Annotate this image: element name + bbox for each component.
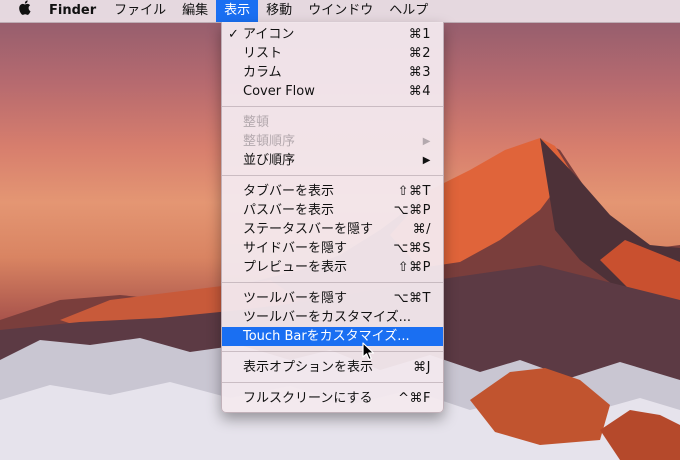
menu-window[interactable]: ウインドウ (300, 0, 381, 22)
menu-separator (222, 106, 443, 107)
menu-item-label: 整頓順序 (243, 134, 296, 149)
shortcut-label: ⌥⌘P (393, 203, 431, 218)
menu-item-label: 表示オプションを表示 (243, 360, 374, 375)
menu-item-list-view[interactable]: リスト ⌘2 (222, 44, 443, 63)
menu-file[interactable]: ファイル (106, 0, 174, 22)
menu-item-show-view-options[interactable]: 表示オプションを表示 ⌘J (222, 358, 443, 377)
shortcut-label: ⌘J (413, 360, 431, 375)
menu-item-label: タブバーを表示 (243, 184, 335, 199)
menu-item-customize-touch-bar[interactable]: Touch Barをカスタマイズ... (222, 327, 443, 346)
apple-menu[interactable] (0, 0, 41, 22)
menu-separator (222, 175, 443, 176)
menu-item-label: 並び順序 (243, 153, 296, 168)
menu-bar: Finder ファイル 編集 表示 移動 ウインドウ ヘルプ (0, 0, 680, 23)
shortcut-label: ⌘2 (408, 46, 431, 61)
menu-item-label: Touch Barをカスタマイズ... (243, 329, 410, 344)
menu-item-label: ツールバーをカスタマイズ... (243, 310, 412, 325)
menu-item-label: カラム (243, 65, 282, 80)
menu-item-hide-sidebar[interactable]: サイドバーを隠す ⌥⌘S (222, 239, 443, 258)
menu-item-show-preview[interactable]: プレビューを表示 ⇧⌘P (222, 258, 443, 277)
menu-item-show-path-bar[interactable]: パスバーを表示 ⌥⌘P (222, 201, 443, 220)
menu-go[interactable]: 移動 (258, 0, 300, 22)
menu-item-icon-view[interactable]: ✓ アイコン ⌘1 (222, 25, 443, 44)
menu-item-label: アイコン (243, 27, 295, 42)
menu-separator (222, 282, 443, 283)
menu-item-column-view[interactable]: カラム ⌘3 (222, 63, 443, 82)
menu-item-label: フルスクリーンにする (243, 391, 373, 406)
shortcut-label: ⌘/ (412, 222, 431, 237)
apple-logo-icon (18, 0, 31, 23)
menu-item-label: パスバーを表示 (243, 203, 335, 218)
menu-item-label: サイドバーを隠す (243, 241, 348, 256)
menu-item-clean-up-by: 整頓順序 ▶ (222, 132, 443, 151)
menu-item-hide-status-bar[interactable]: ステータスバーを隠す ⌘/ (222, 220, 443, 239)
menu-item-label: プレビューを表示 (243, 260, 348, 275)
shortcut-label: ⇧⌘P (397, 260, 431, 275)
menu-item-enter-full-screen[interactable]: フルスクリーンにする ^⌘F (222, 389, 443, 408)
arrow-pointer-icon (362, 342, 376, 366)
menu-item-clean-up: 整頓 (222, 113, 443, 132)
menu-item-label: ステータスバーを隠す (243, 222, 374, 237)
shortcut-label: ⌥⌘S (393, 241, 431, 256)
menu-item-hide-toolbar[interactable]: ツールバーを隠す ⌥⌘T (222, 289, 443, 308)
shortcut-label: ⌘4 (408, 84, 431, 99)
menu-item-label: Cover Flow (243, 84, 315, 99)
shortcut-label: ⌘1 (408, 27, 431, 42)
shortcut-label: ⇧⌘T (397, 184, 431, 199)
menu-item-sort-by[interactable]: 並び順序 ▶ (222, 151, 443, 170)
menu-edit[interactable]: 編集 (174, 0, 216, 22)
menu-item-label: 整頓 (243, 115, 270, 130)
submenu-arrow-icon: ▶ (422, 155, 431, 166)
shortcut-label: ⌘3 (408, 65, 431, 80)
submenu-arrow-icon: ▶ (422, 136, 431, 147)
view-dropdown-menu: ✓ アイコン ⌘1 リスト ⌘2 カラム ⌘3 Cover Flow ⌘4 整頓… (221, 22, 444, 413)
checkmark-icon: ✓ (228, 27, 239, 42)
menu-item-cover-flow[interactable]: Cover Flow ⌘4 (222, 82, 443, 101)
shortcut-label: ⌥⌘T (393, 291, 431, 306)
menu-finder[interactable]: Finder (41, 0, 106, 22)
menu-item-show-tab-bar[interactable]: タブバーを表示 ⇧⌘T (222, 182, 443, 201)
menu-item-label: ツールバーを隠す (243, 291, 348, 306)
menu-item-customize-toolbar[interactable]: ツールバーをカスタマイズ... (222, 308, 443, 327)
menu-separator (222, 351, 443, 352)
menu-help[interactable]: ヘルプ (381, 0, 436, 22)
menu-view[interactable]: 表示 (216, 0, 259, 22)
menu-separator (222, 382, 443, 383)
shortcut-label: ^⌘F (398, 391, 431, 406)
menu-item-label: リスト (243, 46, 283, 61)
